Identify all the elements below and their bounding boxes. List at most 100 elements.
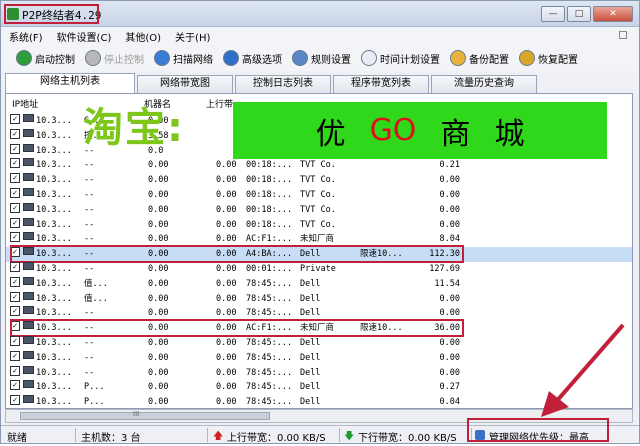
watermark-taobao: 淘宝: [83, 105, 185, 151]
cell-mac: 78:45:... [246, 382, 293, 393]
toolbar-button-time-plan[interactable]: 时间计划设置 [358, 48, 443, 68]
menu-system[interactable]: 系统(F) [9, 29, 43, 44]
toolbar-button-start-control[interactable]: 启动控制 [13, 48, 78, 68]
table-row[interactable]: ✓ 10.3... -- 0.00 0.00 00:18:... TVT Co. 0.21 [6, 158, 632, 173]
cell-ip: 10.3... [36, 145, 72, 156]
cell-total: 127.69 [429, 264, 460, 274]
table-row[interactable]: ✓ 10.3... -- 0.00 0.00 00:01:... Private 127.69 [6, 262, 632, 277]
cell-upload: 0.00 [148, 397, 169, 408]
row-checkbox[interactable]: ✓ [10, 262, 20, 272]
scrollbar-thumb[interactable]: III [20, 410, 270, 420]
tab-program-bandwidth[interactable]: 程序带宽列表 [333, 75, 429, 93]
cell-download: 0.00 [216, 204, 237, 215]
cell-ip: 10.3... [36, 116, 72, 126]
status-download: 下行带宽：0.00 KB/S [358, 433, 457, 444]
annotation-arrow-icon [541, 323, 625, 417]
tab-traffic-history[interactable]: 流量历史查询 [431, 75, 537, 93]
tab-host-list[interactable]: 网络主机列表 [5, 73, 135, 93]
computer-icon [23, 291, 34, 300]
row-checkbox[interactable]: ✓ [10, 114, 20, 124]
table-row[interactable]: ✓ 10.3... 值... 0.00 0.00 78:45:... Dell 0.00 [6, 291, 632, 307]
row-checkbox[interactable]: ✓ [10, 202, 20, 213]
table-row[interactable]: ✓ 10.3... -- 0.00 0.00 00:18:... TVT Co. 0.00 [6, 188, 632, 203]
toolbar-button-scan-network[interactable]: 扫描网络 [151, 48, 216, 68]
cell-host-name: -- [84, 219, 95, 230]
app-window: P2P终结者4.29 — □ ✕ 系统(F) 软件设置(C) 其他(O) 关于(… [0, 0, 640, 444]
cell-mac: 78:45:... [246, 367, 293, 378]
cell-download: 0.00 [216, 397, 237, 408]
column-header-ip[interactable]: IP地址 [12, 97, 38, 110]
table-row[interactable]: ✓ 10.3... -- 0.00 0.00 78:45:... Dell 0.00 [6, 365, 632, 381]
row-checkbox[interactable]: ✓ [10, 217, 20, 228]
table-row[interactable]: ✓ 10.3... -- 0.00 0.00 00:18:... TVT Co. 0.00 [6, 173, 632, 188]
row-checkbox[interactable]: ✓ [10, 306, 20, 317]
computer-icon [23, 158, 34, 167]
toolbar-label: 时间计划设置 [380, 54, 440, 66]
row-checkbox[interactable]: ✓ [10, 276, 20, 287]
maximize-button[interactable]: □ [567, 6, 591, 22]
cell-ip: 10.3... [36, 382, 72, 393]
cell-host-name: P... [84, 397, 105, 408]
row-checkbox[interactable]: ✓ [10, 158, 20, 169]
toolbar-button-stop-control[interactable]: 停止控制 [82, 48, 147, 68]
cell-mac: 00:18:... [246, 204, 293, 215]
row-checkbox[interactable]: ✓ [10, 291, 20, 302]
cell-upload: 0.00 [148, 264, 169, 274]
cell-download: 0.00 [216, 338, 237, 348]
table-row[interactable]: ✓ 10.3... -- 0.00 0.00 78:45:... Dell 0.00 [6, 336, 632, 351]
toolbar-button-rule-settings[interactable]: 规则设置 [289, 48, 354, 68]
tab-control-log[interactable]: 控制日志列表 [235, 75, 331, 93]
cell-total: 0.00 [439, 338, 460, 348]
computer-icon [23, 350, 34, 359]
menu-software-settings[interactable]: 软件设置(C) [57, 29, 112, 44]
menu-about[interactable]: 关于(H) [175, 29, 210, 44]
row-checkbox[interactable]: ✓ [10, 173, 20, 184]
toolbar-button-advanced-options[interactable]: 高级选项 [220, 48, 285, 68]
row-checkbox[interactable]: ✓ [10, 188, 20, 198]
table-row[interactable]: ✓ 10.3... 值... 0.00 0.00 78:45:... Dell 11.54 [6, 276, 632, 292]
table-row[interactable]: ✓ 10.3... -- 0.00 0.00 00:18:... TVT Co. 0.00 [6, 202, 632, 218]
close-button[interactable]: ✕ [593, 6, 633, 22]
cell-vendor: Dell [300, 278, 321, 289]
computer-icon [23, 380, 34, 389]
cell-host-name: -- [84, 367, 95, 378]
table-row[interactable]: ✓ 10.3... P... 0.00 0.00 78:45:... Dell 0.27 [6, 380, 632, 395]
row-checkbox[interactable]: ✓ [10, 395, 20, 406]
cell-vendor: TVT Co. [300, 190, 336, 200]
cell-total: 0.21 [439, 160, 460, 171]
toolbar-button-restore-config[interactable]: 恢复配置 [516, 48, 581, 68]
row-checkbox[interactable]: ✓ [10, 336, 20, 346]
cell-upload: 0.00 [148, 190, 169, 200]
computer-icon [23, 173, 34, 182]
watermark-char: 城 [494, 116, 525, 152]
cell-vendor: Private [300, 264, 336, 274]
cell-total: 0.04 [439, 397, 460, 408]
toolbar-button-backup-config[interactable]: 备份配置 [447, 48, 512, 68]
cell-download: 0.00 [216, 367, 237, 378]
computer-icon [23, 336, 34, 344]
table-row[interactable]: ✓ 10.3... P... 0.00 0.00 78:45:... Dell 0.04 [6, 395, 632, 408]
cell-download: 0.00 [216, 160, 237, 171]
computer-icon [23, 262, 34, 270]
toolbar-label: 启动控制 [35, 54, 75, 66]
cell-mac: 78:45:... [246, 338, 293, 348]
cell-mac: 78:45:... [246, 278, 293, 289]
table-row[interactable]: ✓ 10.3... -- 0.00 0.00 78:45:... Dell 0.00 [6, 350, 632, 366]
menu-other[interactable]: 其他(O) [125, 29, 161, 44]
row-checkbox[interactable]: ✓ [10, 128, 20, 139]
tab-bandwidth-chart[interactable]: 网络带宽图 [137, 75, 233, 93]
minimize-button[interactable]: — [541, 6, 565, 22]
row-checkbox[interactable]: ✓ [10, 365, 20, 376]
table-row[interactable]: ✓ 10.3... -- 0.00 0.00 00:18:... TVT Co. 0.00 [6, 217, 632, 233]
row-checkbox[interactable]: ✓ [10, 350, 20, 361]
cell-host-name: -- [84, 338, 95, 348]
cell-upload: 0.00 [148, 219, 169, 230]
computer-icon [23, 365, 34, 374]
cell-download: 0.00 [216, 219, 237, 230]
menu-restore-icon[interactable] [619, 31, 627, 39]
row-checkbox[interactable]: ✓ [10, 232, 20, 243]
cell-total: 0.00 [439, 352, 460, 363]
row-checkbox[interactable]: ✓ [10, 143, 20, 154]
cell-ip: 10.3... [36, 352, 72, 363]
row-checkbox[interactable]: ✓ [10, 380, 20, 391]
